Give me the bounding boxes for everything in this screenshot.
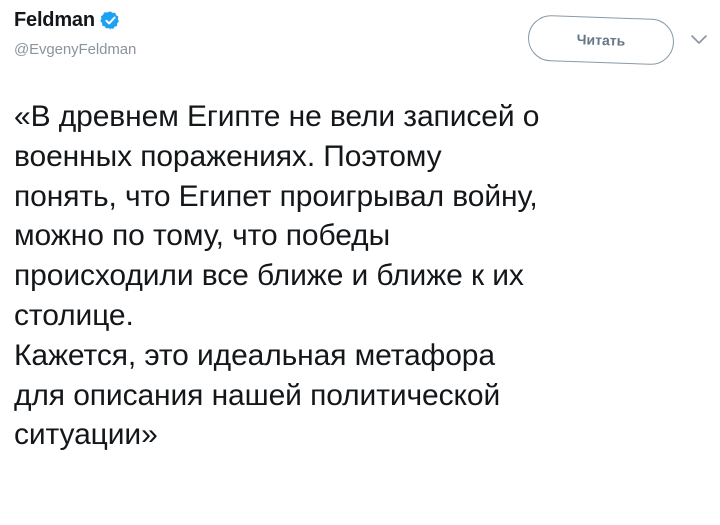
- follow-button[interactable]: Читать: [527, 14, 675, 66]
- author-display-name[interactable]: Feldman: [14, 9, 95, 32]
- tweet-header: Feldman @EvgenyFeldman: [14, 8, 136, 59]
- follow-button-label: Читать: [576, 31, 626, 49]
- tweet-card: Feldman @EvgenyFeldman Читать «В древнем…: [0, 0, 720, 525]
- verified-badge-icon: [100, 10, 121, 31]
- tweet-text: «В древнем Египте не вели записей о воен…: [14, 100, 540, 452]
- author-handle[interactable]: @EvgenyFeldman: [14, 41, 136, 58]
- author-name-row[interactable]: Feldman: [14, 8, 136, 32]
- chevron-down-icon[interactable]: [690, 33, 708, 45]
